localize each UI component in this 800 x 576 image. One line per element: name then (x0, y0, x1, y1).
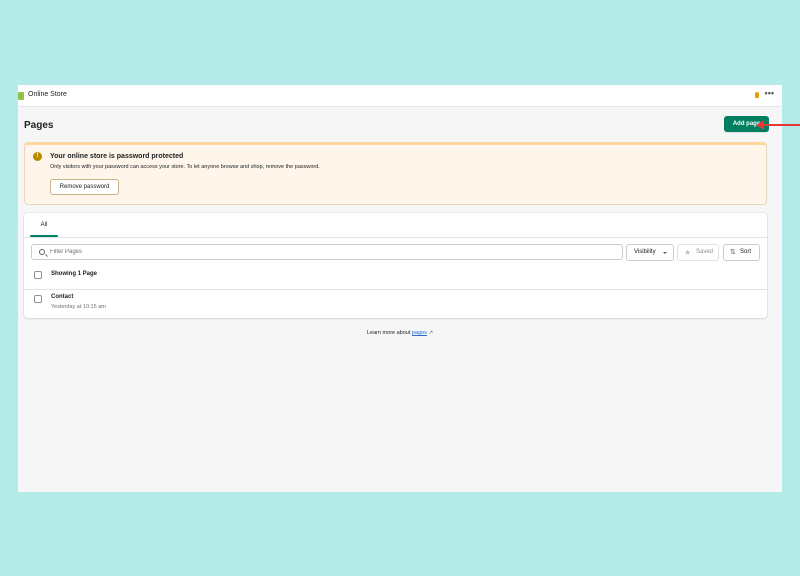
filter-search[interactable] (31, 244, 623, 260)
annotation-arrow-icon (756, 120, 764, 130)
annotation-arrow-line (762, 124, 800, 126)
remove-password-button[interactable]: Remove password (50, 179, 119, 195)
sort-icon: ⇅ (730, 249, 736, 256)
learn-more-footer: Learn more about pages ↗ (18, 330, 782, 336)
tab-divider (24, 237, 767, 238)
external-link-icon: ↗ (428, 330, 434, 336)
star-icon: ★ (684, 248, 692, 257)
password-warning-banner: ! Your online store is password protecte… (24, 142, 767, 205)
app-window: Online Store ••• Pages Add page ! Your o… (18, 85, 782, 492)
sort-label: Sort (740, 249, 752, 255)
saved-button[interactable]: ★ Saved (677, 244, 719, 261)
showing-count: Showing 1 Page (51, 271, 98, 277)
page-title-cell[interactable]: Contact (51, 294, 73, 300)
warning-icon: ! (33, 152, 42, 161)
top-bar: Online Store ••• (18, 85, 782, 107)
row-divider (24, 289, 767, 290)
learn-more-text: Learn more about (366, 330, 412, 336)
caret-down-icon (663, 252, 667, 254)
sort-button[interactable]: ⇅ Sort (723, 244, 760, 261)
app-name: Online Store (28, 91, 67, 98)
saved-label: Saved (696, 249, 714, 255)
search-input[interactable] (50, 245, 620, 259)
pin-icon[interactable] (755, 92, 759, 98)
tab-all[interactable]: All (30, 213, 58, 237)
search-icon (39, 249, 45, 255)
page-title: Pages (24, 120, 54, 131)
tab-all-label: All (40, 222, 48, 228)
pages-help-link[interactable]: pages (412, 330, 427, 336)
visibility-filter-button[interactable]: Visibility (626, 244, 674, 261)
banner-text: Only visitors with your password can acc… (50, 164, 320, 170)
visibility-label: Visibility (634, 249, 656, 255)
banner-title: Your online store is password protected (50, 153, 184, 160)
more-actions-icon[interactable]: ••• (765, 88, 774, 98)
select-all-checkbox[interactable] (34, 271, 42, 279)
page-updated-at: Yesterday at 10:15 am (51, 304, 106, 310)
pages-card: All Visibility ★ Saved ⇅ Sort Showing 1 … (24, 213, 767, 318)
row-checkbox[interactable] (34, 295, 42, 303)
shopify-logo-icon (18, 92, 24, 100)
